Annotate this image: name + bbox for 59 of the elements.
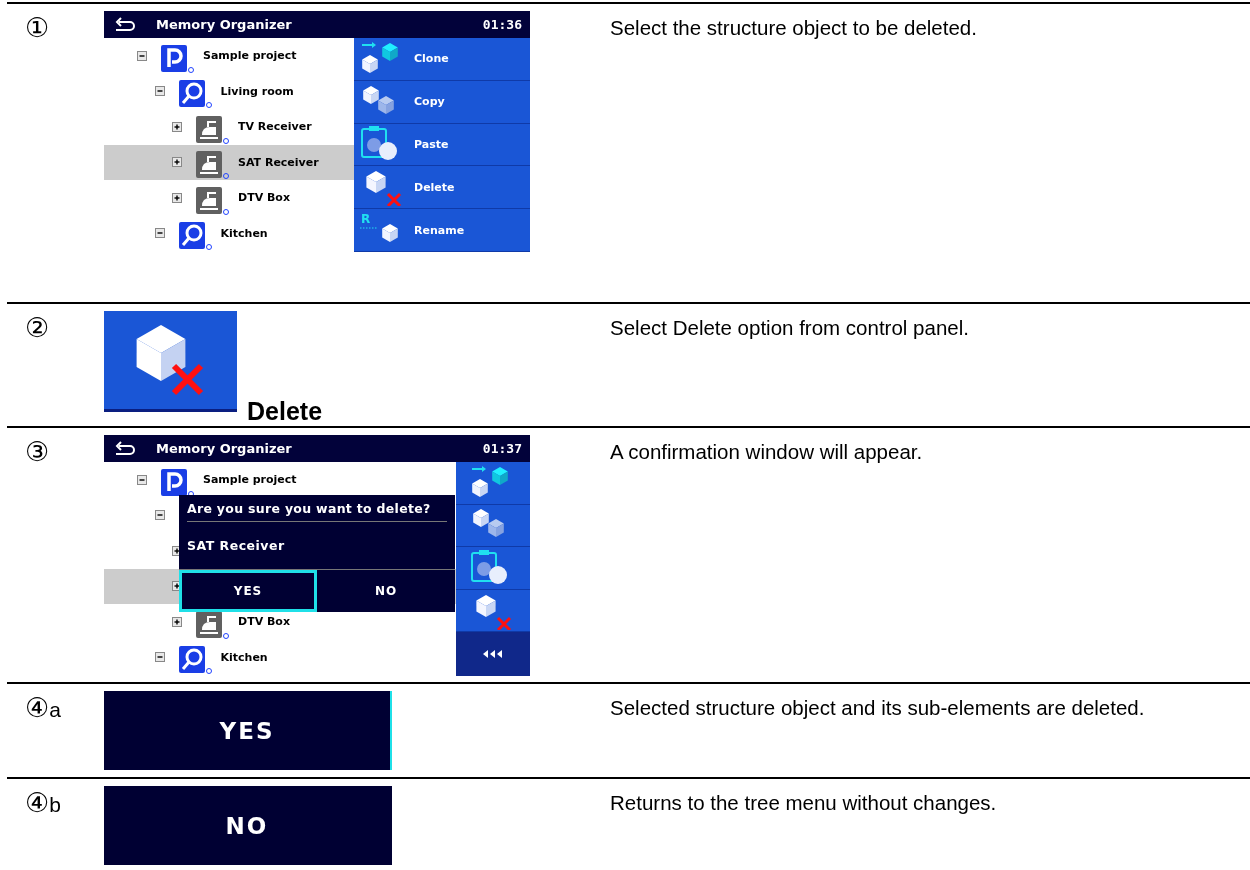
screen-title: Memory Organizer: [156, 441, 293, 456]
clock: 01:36: [482, 17, 522, 32]
tree-item-label[interactable]: Sample project: [203, 473, 297, 487]
dialog-button[interactable]: YES: [179, 570, 317, 612]
step-number: ④: [25, 787, 50, 819]
project-icon: [161, 467, 197, 498]
selected-row[interactable]: SAT Receiver: [104, 144, 354, 180]
collapse-icon[interactable]: [154, 510, 165, 521]
panel-option[interactable]: Paste: [354, 123, 530, 167]
collapse-icon[interactable]: [137, 474, 147, 485]
project-icon: [161, 43, 197, 74]
step-number: ④: [25, 692, 50, 724]
step-number: ②: [25, 312, 50, 344]
delete-icon: [104, 311, 237, 412]
step-description: A confirmation window will appear.: [610, 439, 924, 465]
tree-item-label[interactable]: Kitchen: [220, 226, 268, 240]
dialog-button[interactable]: YES: [104, 691, 392, 770]
iron-icon: [196, 185, 232, 216]
panel-option[interactable]: Clone: [354, 38, 530, 81]
tree-item-label[interactable]: Living room: [220, 84, 294, 98]
expand-icon[interactable]: [172, 157, 182, 168]
step-description: Select Delete option from control panel.: [610, 315, 970, 341]
step-suffix: a: [49, 698, 61, 722]
tree-item-label[interactable]: TV Receiver: [238, 120, 312, 134]
back-icon[interactable]: [114, 16, 136, 33]
iron-icon: [196, 114, 232, 145]
step-description: Selected structure object and its sub-elements are deleted.: [610, 695, 1146, 721]
step-description: Select the structure object to be deleted.: [610, 15, 978, 41]
iron-icon: [196, 150, 232, 181]
collapse-icon[interactable]: [154, 228, 165, 239]
triple-arrow-icon: [482, 649, 504, 660]
tree-item-label[interactable]: Kitchen: [220, 650, 268, 664]
tree-item-label[interactable]: SAT Receiver: [238, 155, 319, 169]
step-number: ①: [25, 12, 50, 44]
tree-item-label[interactable]: Sample project: [203, 49, 297, 63]
panel-option[interactable]: Delete: [354, 166, 530, 210]
tree-item-label[interactable]: DTV Box: [238, 191, 290, 205]
iron-icon: [196, 609, 232, 640]
step-description: Returns to the tree menu without changes.: [610, 790, 998, 816]
panel-option[interactable]: [456, 547, 530, 590]
screen-title: Memory Organizer: [156, 17, 293, 32]
expand-icon[interactable]: [172, 192, 182, 203]
back-icon[interactable]: [114, 440, 136, 457]
collapse-icon[interactable]: [137, 50, 147, 61]
panel-option[interactable]: R Rename: [354, 209, 530, 252]
dialog-title: Are you sure you want to delete?: [187, 501, 447, 522]
expand-icon[interactable]: [172, 616, 182, 627]
dialog-item-name: SAT Receiver: [186, 537, 286, 555]
collapse-icon[interactable]: [154, 86, 165, 97]
expand-icon[interactable]: [172, 121, 182, 132]
dialog-button[interactable]: NO: [104, 786, 392, 865]
clock: 01:37: [482, 441, 522, 456]
step-suffix: b: [49, 793, 61, 817]
collapse-icon[interactable]: [154, 652, 165, 663]
tree-item-label[interactable]: DTV Box: [238, 615, 290, 629]
option-label: Delete: [247, 397, 323, 426]
step-number: ③: [25, 436, 50, 468]
magnifier-icon: [178, 79, 215, 110]
panel-option[interactable]: Copy: [354, 80, 530, 124]
